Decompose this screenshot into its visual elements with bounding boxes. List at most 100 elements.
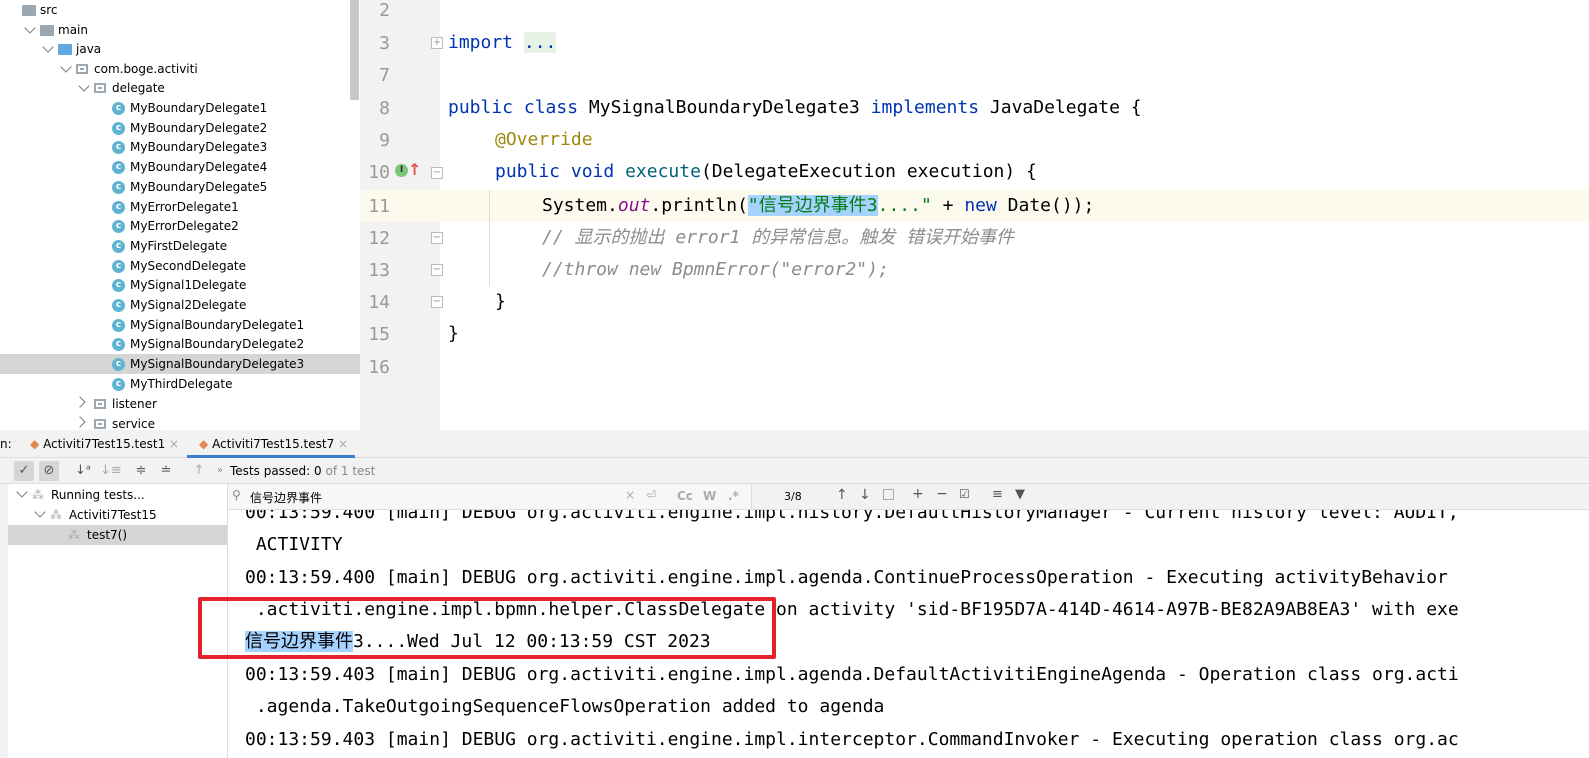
test-root[interactable]: ⁂ Running tests... xyxy=(8,485,227,505)
code-line-3[interactable]: import ... xyxy=(448,27,557,59)
tree-item-src[interactable]: src xyxy=(0,0,350,20)
match-case-toggle[interactable]: Cc xyxy=(677,489,693,503)
toggle-selection-icon[interactable]: ☑ xyxy=(959,487,970,501)
test-method[interactable]: ⁂ test7() xyxy=(8,525,227,545)
collapse-all-icon[interactable]: ≐ xyxy=(156,461,176,481)
console-line: .agenda.TakeOutgoingSequenceFlowsOperati… xyxy=(245,696,885,717)
show-passed-toggle[interactable]: ✓ xyxy=(14,461,34,481)
tree-item-class[interactable]: c MyBoundaryDelegate5 xyxy=(0,177,360,197)
close-icon[interactable]: × xyxy=(169,437,179,451)
tree-item-class[interactable]: c MySignalBoundaryDelegate1 xyxy=(0,315,360,335)
class-icon: c xyxy=(112,279,125,293)
fold-icon[interactable]: + xyxy=(431,37,443,49)
filter-icon[interactable]: ▼ xyxy=(1015,487,1025,502)
class-icon: c xyxy=(112,121,125,135)
code-line-8[interactable]: public class MySignalBoundaryDelegate3 i… xyxy=(448,92,1142,124)
chevron-right-icon[interactable] xyxy=(74,396,86,408)
tree-item-class[interactable]: c MyThirdDelegate xyxy=(0,374,360,394)
override-arrow-icon[interactable]: ↑ xyxy=(408,160,421,179)
console-line: 00:13:59.400 [main] DEBUG org.activiti.e… xyxy=(245,567,1448,588)
code-line-11[interactable]: System.out.println("信号边界事件3...." + new D… xyxy=(542,190,1094,222)
prev-match-icon[interactable]: ↑ xyxy=(836,487,848,503)
next-match-icon[interactable]: ↓ xyxy=(859,487,871,503)
class-icon: c xyxy=(112,141,125,155)
close-icon[interactable]: × xyxy=(338,437,348,451)
multiline-icon[interactable]: ⏎ xyxy=(646,488,656,502)
show-ignored-toggle[interactable]: ⊘ xyxy=(39,461,59,481)
chevron-down-icon[interactable] xyxy=(60,61,72,73)
line-number: 3 xyxy=(379,33,390,54)
tree-item-delegate[interactable]: delegate xyxy=(0,78,350,98)
tree-item-class[interactable]: c MyErrorDelegate1 xyxy=(0,197,360,217)
tree-item-listener[interactable]: listener xyxy=(0,394,350,414)
filter-options-icon[interactable]: ≡ xyxy=(992,487,1003,502)
fold-icon[interactable]: − xyxy=(431,232,443,244)
prev-failed-icon[interactable]: ↑ xyxy=(189,461,209,481)
chevron-down-icon[interactable] xyxy=(16,486,28,498)
fold-icon[interactable]: − xyxy=(431,167,443,179)
regex-toggle[interactable]: .* xyxy=(728,489,739,503)
console-line: 00:13:59.400 [main] DEBUG org.activiti.e… xyxy=(245,510,1459,523)
add-selection-icon[interactable]: + xyxy=(912,486,924,502)
run-tab-bar: n: ◆ Activiti7Test15.test1 × ◆ Activiti7… xyxy=(0,430,1589,458)
code-line-9[interactable]: @Override xyxy=(495,124,593,156)
tree-item-class[interactable]: c MyFirstDelegate xyxy=(0,236,360,256)
words-toggle[interactable]: W xyxy=(703,489,716,503)
implements-icon[interactable]: I xyxy=(395,164,408,177)
fold-icon[interactable]: − xyxy=(431,296,443,308)
search-icon: ⚲ xyxy=(232,488,241,502)
chevron-down-icon[interactable] xyxy=(78,80,90,92)
tree-item-main[interactable]: main xyxy=(0,20,350,40)
more-icon[interactable]: » xyxy=(210,461,230,481)
expand-all-icon[interactable]: ≑ xyxy=(131,461,151,481)
tab-test1[interactable]: ◆ Activiti7Test15.test1 × xyxy=(30,430,180,458)
remove-selection-icon[interactable]: − xyxy=(936,486,948,502)
tree-item-java[interactable]: java xyxy=(0,39,350,59)
test-run-icon: ◆ xyxy=(199,437,209,451)
tree-item-class[interactable]: c MySignalBoundaryDelegate3 xyxy=(0,354,360,375)
package-icon xyxy=(76,64,88,74)
line-number: 12 xyxy=(368,228,390,249)
class-icon: c xyxy=(112,102,125,115)
sort-alpha-icon[interactable]: ↓ᵃ xyxy=(73,461,93,481)
folder-icon xyxy=(22,5,36,16)
class-icon: c xyxy=(112,299,125,312)
tree-item-class[interactable]: c MyErrorDelegate2 xyxy=(0,216,360,236)
sort-duration-icon[interactable]: ↓≡ xyxy=(100,461,122,481)
tree-item-class[interactable]: c MyBoundaryDelegate1 xyxy=(0,98,360,118)
class-icon: c xyxy=(112,200,125,214)
test-class[interactable]: ⁂ Activiti7Test15 xyxy=(8,505,227,525)
chevron-down-icon[interactable] xyxy=(24,22,36,34)
tab-test7[interactable]: ◆ Activiti7Test15.test7 × xyxy=(187,430,355,458)
folded-imports[interactable]: ... xyxy=(523,32,557,53)
tree-item-class[interactable]: c MyBoundaryDelegate2 xyxy=(0,118,360,138)
chevron-down-icon[interactable] xyxy=(34,506,46,518)
line-number: 16 xyxy=(368,357,390,378)
tree-item-service[interactable]: service xyxy=(0,414,232,430)
code-line-15[interactable]: } xyxy=(448,318,459,350)
select-all-icon[interactable] xyxy=(883,489,894,500)
spinner-icon: ⁂ xyxy=(68,528,80,542)
tree-item-class[interactable]: c MyBoundaryDelegate4 xyxy=(0,157,360,177)
tree-item-class[interactable]: c MySecondDelegate xyxy=(0,256,360,276)
class-icon: c xyxy=(112,318,125,332)
clear-icon[interactable]: × xyxy=(625,488,635,502)
tree-item-class[interactable]: c MySignalBoundaryDelegate2 xyxy=(0,334,360,354)
code-line-10[interactable]: public void execute(DelegateExecution ex… xyxy=(495,156,1037,188)
tree-item-class[interactable]: c MyBoundaryDelegate3 xyxy=(0,137,360,157)
test-run-icon: ◆ xyxy=(30,437,40,451)
code-line-12[interactable]: // 显示的抛出 error1 的异常信息。触发 错误开始事件 xyxy=(542,222,1014,254)
test-tree[interactable]: ⁂ Running tests... ⁂ Activiti7Test15 ⁂ test… xyxy=(8,484,228,758)
tree-item-class[interactable]: c MySignal2Delegate xyxy=(0,295,360,315)
class-icon: c xyxy=(112,180,125,194)
code-line-14[interactable]: } xyxy=(495,286,506,318)
chevron-right-icon[interactable] xyxy=(74,416,86,428)
tree-item-class[interactable]: c MySignal1Delegate xyxy=(0,275,360,295)
tree-item-package[interactable]: com.boge.activiti xyxy=(0,59,350,79)
search-input[interactable] xyxy=(250,487,620,507)
chevron-down-icon[interactable] xyxy=(42,41,54,53)
project-tree[interactable]: src main java com.boge.activiti delegate… xyxy=(0,0,360,430)
code-line-13[interactable]: //throw new BpmnError("error2"); xyxy=(542,254,889,286)
fold-icon[interactable]: − xyxy=(431,264,443,276)
tree-scrollbar[interactable] xyxy=(350,0,359,100)
